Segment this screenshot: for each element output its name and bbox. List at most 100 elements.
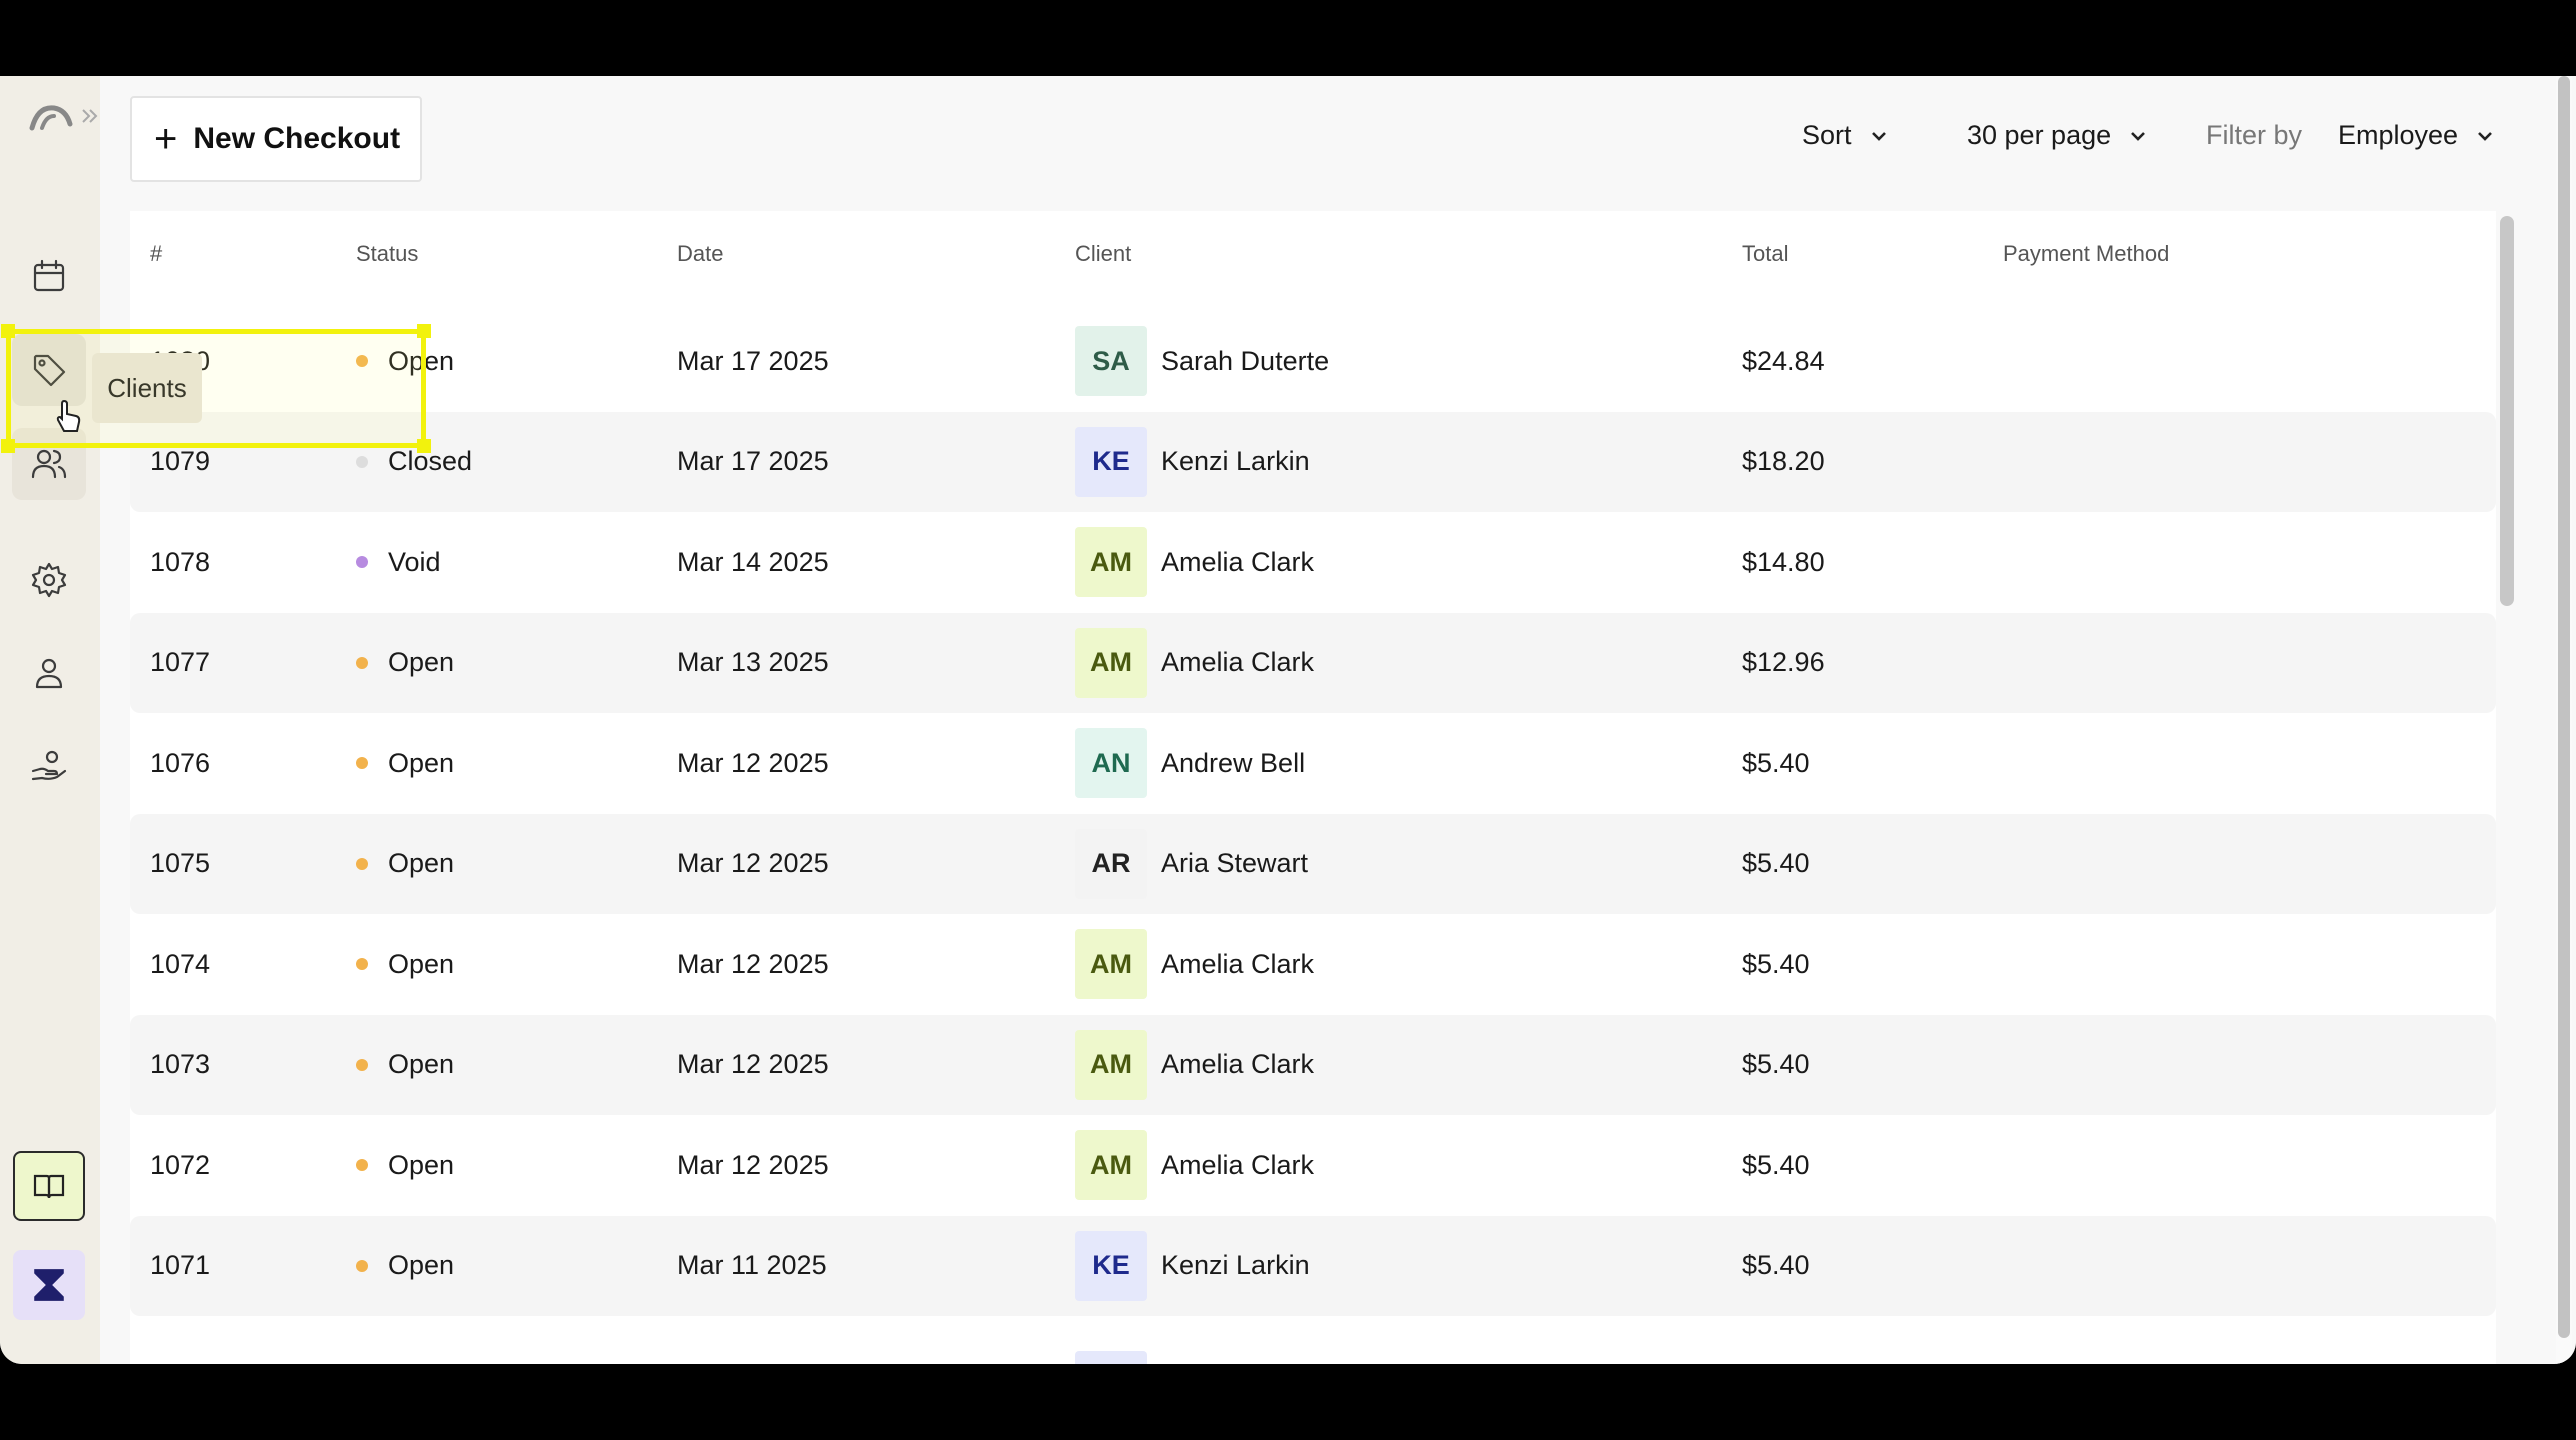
users-icon bbox=[31, 449, 67, 479]
date-cell: Mar 17 2025 bbox=[677, 446, 829, 476]
avatar: AM bbox=[1075, 527, 1147, 597]
filter-label: Filter by bbox=[2206, 120, 2302, 151]
client-cell[interactable]: AM Amelia Clark bbox=[1075, 512, 1314, 612]
status-cell: Open bbox=[356, 1015, 454, 1115]
table-row[interactable]: 1080OpenMar 17 2025SASarah Duterte$24.84 bbox=[130, 311, 2496, 411]
client-name: Amelia Clark bbox=[1161, 647, 1315, 677]
client-name: Andrew Bell bbox=[1161, 747, 1306, 778]
main-content: + New Checkout Sort 30 per page Filter b… bbox=[100, 76, 2576, 1364]
status-cell: Open bbox=[356, 311, 454, 411]
date-cell: Mar 12 2025 bbox=[677, 747, 829, 778]
client-cell[interactable]: KE Kenzi Larkin bbox=[1075, 1216, 1310, 1316]
header-client[interactable]: Client bbox=[1075, 241, 1131, 267]
table-row[interactable]: 1076 Open Mar 12 2025 AN Andrew Bell $5.40 bbox=[130, 713, 2496, 813]
header-payment-method[interactable]: Payment Method bbox=[2003, 241, 2169, 267]
checkout-number: 1072 bbox=[150, 1149, 211, 1180]
client-name: Kenzi Larkin bbox=[1161, 446, 1310, 476]
client-name: Amelia Clark bbox=[1161, 546, 1315, 577]
sort-label: Sort bbox=[1802, 120, 1852, 150]
client-cell[interactable]: AM Amelia Clark bbox=[1075, 1015, 1314, 1115]
client-cell[interactable]: AN Andrew Bell bbox=[1075, 713, 1305, 813]
sidebar-item-profile[interactable] bbox=[12, 637, 86, 709]
hand-heart-icon bbox=[31, 750, 67, 781]
table-row[interactable]: 1073 Open Mar 12 2025 AM Amelia Clark $5.40 bbox=[130, 1014, 2496, 1115]
avatar bbox=[1075, 1351, 1147, 1364]
status-text: Closed bbox=[388, 446, 473, 476]
clients-tooltip: Clients bbox=[92, 353, 202, 423]
total-cell: $5.40 bbox=[1742, 1250, 1810, 1280]
client-name: Amelia Clark bbox=[1161, 948, 1315, 979]
new-checkout-button[interactable]: + New Checkout bbox=[130, 96, 422, 182]
status-dot-icon bbox=[356, 355, 368, 367]
table-row[interactable]: 1079 Closed Mar 17 2025 KE Kenzi Larkin $18.2… bbox=[130, 411, 2496, 512]
status-cell: Open bbox=[356, 1216, 454, 1316]
avatar: AM bbox=[1075, 1130, 1147, 1200]
status-cell: Open bbox=[356, 1115, 454, 1215]
total-cell: $14.80 bbox=[1742, 546, 1825, 577]
status-cell: Open bbox=[356, 914, 454, 1014]
client-cell[interactable]: AR Aria Stewart bbox=[1075, 814, 1308, 914]
expand-sidebar-icon[interactable] bbox=[80, 106, 100, 126]
date-cell: Mar 17 2025 bbox=[677, 345, 829, 376]
status-text: Open bbox=[388, 948, 455, 979]
table-row[interactable]: 1074 Open Mar 12 2025 AM Amelia Clark $5.40 bbox=[130, 914, 2496, 1014]
header-total[interactable]: Total bbox=[1742, 241, 1788, 267]
employee-filter-dropdown[interactable]: Employee bbox=[2338, 120, 2496, 151]
total-cell: $5.40 bbox=[1742, 948, 1810, 979]
status-dot-icon bbox=[356, 1259, 368, 1272]
table-scrollbar-thumb[interactable] bbox=[2500, 216, 2514, 606]
date-cell: Mar 12 2025 bbox=[677, 1049, 829, 1079]
client-name: Amelia Clark bbox=[1161, 1049, 1315, 1079]
status-cell: Open bbox=[356, 613, 454, 713]
status-dot-icon bbox=[356, 455, 368, 468]
status-text: Open bbox=[388, 1049, 455, 1079]
header-date[interactable]: Date bbox=[677, 241, 723, 267]
client-name: Amelia Clark bbox=[1161, 1149, 1315, 1180]
checkout-number: 1075 bbox=[150, 848, 211, 878]
checkout-number: 1074 bbox=[150, 948, 211, 979]
sidebar-item-sales[interactable] bbox=[12, 334, 86, 406]
avatar: AR bbox=[1075, 828, 1147, 899]
sidebar-item-clients[interactable] bbox=[12, 428, 86, 500]
gear-icon bbox=[31, 562, 67, 598]
brand-button[interactable] bbox=[13, 1250, 85, 1320]
client-cell[interactable]: AM Amelia Clark bbox=[1075, 914, 1314, 1014]
logo-icon[interactable] bbox=[28, 102, 74, 132]
status-dot-icon bbox=[356, 1159, 368, 1171]
header-number[interactable]: # bbox=[150, 241, 162, 267]
client-cell[interactable]: SA Sarah Duterte bbox=[1075, 311, 1329, 411]
checkout-number: 1076 bbox=[150, 747, 211, 778]
client-cell[interactable]: AM Amelia Clark bbox=[1075, 1115, 1314, 1215]
header-status[interactable]: Status bbox=[356, 241, 418, 267]
plus-icon: + bbox=[154, 117, 178, 161]
table-row[interactable]: 1077 Open Mar 13 2025 AM Amelia Clark $12.96 bbox=[130, 612, 2496, 713]
avatar: AN bbox=[1075, 728, 1147, 798]
app-window: + New Checkout Sort 30 per page Filter b… bbox=[0, 76, 2576, 1364]
guide-button[interactable] bbox=[13, 1151, 85, 1221]
checkout-number: 1077 bbox=[150, 647, 211, 677]
date-cell: Mar 12 2025 bbox=[677, 848, 829, 878]
total-cell: $12.96 bbox=[1742, 647, 1825, 677]
sidebar-item-settings[interactable] bbox=[12, 544, 86, 616]
client-cell[interactable]: AM Amelia Clark bbox=[1075, 613, 1314, 713]
table-row[interactable]: 1072 Open Mar 12 2025 AM Amelia Clark $5.40 bbox=[130, 1115, 2496, 1215]
total-cell: $5.40 bbox=[1742, 848, 1810, 878]
per-page-label: 30 per page bbox=[1967, 120, 2112, 150]
page-scrollbar-thumb[interactable] bbox=[2558, 76, 2570, 1338]
per-page-dropdown[interactable]: 30 per page bbox=[1967, 120, 2149, 151]
chevron-down-icon bbox=[2131, 131, 2146, 141]
table-row[interactable]: 1071 Open Mar 11 2025 KE Kenzi Larkin $5.40 bbox=[130, 1215, 2496, 1316]
total-cell: $24.84 bbox=[1742, 345, 1825, 376]
client-name: Kenzi Larkin bbox=[1161, 1250, 1310, 1280]
checkout-number: 1073 bbox=[150, 1049, 211, 1079]
status-cell: Closed bbox=[356, 412, 472, 512]
sidebar-item-services[interactable] bbox=[12, 730, 86, 802]
sidebar-item-calendar[interactable] bbox=[12, 240, 86, 312]
table-row[interactable]: 1075 Open Mar 12 2025 AR Aria Stewart $5.40 bbox=[130, 813, 2496, 914]
sort-dropdown[interactable]: Sort bbox=[1802, 120, 1890, 151]
new-checkout-label: New Checkout bbox=[193, 122, 401, 155]
book-open-icon bbox=[33, 1174, 65, 1199]
table-row[interactable]: 1078 Void Mar 14 2025 AM Amelia Clark $14.80 bbox=[130, 512, 2496, 612]
total-cell: $5.40 bbox=[1742, 1149, 1810, 1180]
client-cell[interactable]: KE Kenzi Larkin bbox=[1075, 412, 1310, 512]
